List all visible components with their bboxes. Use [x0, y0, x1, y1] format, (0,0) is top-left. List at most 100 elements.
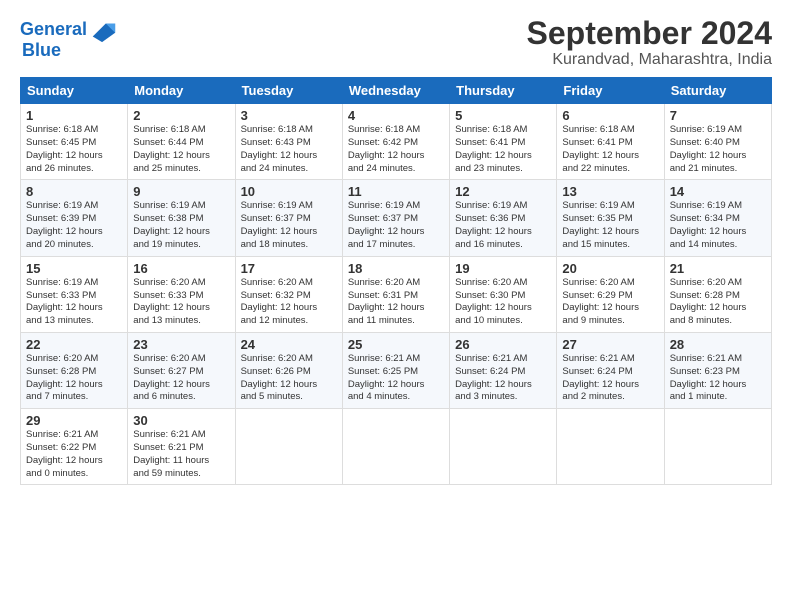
calendar-cell: 27Sunrise: 6:21 AM Sunset: 6:24 PM Dayli…: [557, 332, 664, 408]
day-number: 2: [133, 108, 229, 123]
day-header-friday: Friday: [557, 78, 664, 104]
calendar-title: September 2024: [527, 16, 772, 51]
day-detail: Sunrise: 6:19 AM Sunset: 6:35 PM Dayligh…: [562, 200, 658, 251]
day-detail: Sunrise: 6:18 AM Sunset: 6:41 PM Dayligh…: [455, 124, 551, 175]
calendar-cell: 17Sunrise: 6:20 AM Sunset: 6:32 PM Dayli…: [235, 256, 342, 332]
day-number: 18: [348, 261, 444, 276]
day-detail: Sunrise: 6:20 AM Sunset: 6:27 PM Dayligh…: [133, 353, 229, 404]
calendar-cell: 26Sunrise: 6:21 AM Sunset: 6:24 PM Dayli…: [450, 332, 557, 408]
calendar-cell: 29Sunrise: 6:21 AM Sunset: 6:22 PM Dayli…: [21, 409, 128, 485]
day-number: 27: [562, 337, 658, 352]
day-number: 3: [241, 108, 337, 123]
calendar-cell: 9Sunrise: 6:19 AM Sunset: 6:38 PM Daylig…: [128, 180, 235, 256]
day-detail: Sunrise: 6:20 AM Sunset: 6:32 PM Dayligh…: [241, 277, 337, 328]
day-number: 4: [348, 108, 444, 123]
day-detail: Sunrise: 6:20 AM Sunset: 6:31 PM Dayligh…: [348, 277, 444, 328]
day-header-thursday: Thursday: [450, 78, 557, 104]
calendar-cell: [664, 409, 771, 485]
day-detail: Sunrise: 6:20 AM Sunset: 6:26 PM Dayligh…: [241, 353, 337, 404]
day-detail: Sunrise: 6:19 AM Sunset: 6:34 PM Dayligh…: [670, 200, 766, 251]
calendar-cell: 1Sunrise: 6:18 AM Sunset: 6:45 PM Daylig…: [21, 104, 128, 180]
day-number: 24: [241, 337, 337, 352]
calendar-cell: 30Sunrise: 6:21 AM Sunset: 6:21 PM Dayli…: [128, 409, 235, 485]
day-header-sunday: Sunday: [21, 78, 128, 104]
day-detail: Sunrise: 6:18 AM Sunset: 6:41 PM Dayligh…: [562, 124, 658, 175]
calendar-cell: [450, 409, 557, 485]
calendar-cell: 12Sunrise: 6:19 AM Sunset: 6:36 PM Dayli…: [450, 180, 557, 256]
day-number: 8: [26, 184, 122, 199]
header: General Blue September 2024 Kurandvad, M…: [20, 16, 772, 69]
calendar-cell: 4Sunrise: 6:18 AM Sunset: 6:42 PM Daylig…: [342, 104, 449, 180]
day-detail: Sunrise: 6:20 AM Sunset: 6:29 PM Dayligh…: [562, 277, 658, 328]
day-number: 20: [562, 261, 658, 276]
calendar-cell: [342, 409, 449, 485]
day-header-wednesday: Wednesday: [342, 78, 449, 104]
day-header-saturday: Saturday: [664, 78, 771, 104]
day-detail: Sunrise: 6:20 AM Sunset: 6:33 PM Dayligh…: [133, 277, 229, 328]
calendar-cell: 2Sunrise: 6:18 AM Sunset: 6:44 PM Daylig…: [128, 104, 235, 180]
page: General Blue September 2024 Kurandvad, M…: [0, 0, 792, 612]
logo-text: General: [20, 20, 87, 40]
day-detail: Sunrise: 6:20 AM Sunset: 6:28 PM Dayligh…: [26, 353, 122, 404]
day-number: 28: [670, 337, 766, 352]
day-header-tuesday: Tuesday: [235, 78, 342, 104]
calendar-week-row: 8Sunrise: 6:19 AM Sunset: 6:39 PM Daylig…: [21, 180, 772, 256]
day-detail: Sunrise: 6:18 AM Sunset: 6:42 PM Dayligh…: [348, 124, 444, 175]
day-detail: Sunrise: 6:21 AM Sunset: 6:25 PM Dayligh…: [348, 353, 444, 404]
title-block: September 2024 Kurandvad, Maharashtra, I…: [527, 16, 772, 69]
calendar-cell: 22Sunrise: 6:20 AM Sunset: 6:28 PM Dayli…: [21, 332, 128, 408]
day-number: 29: [26, 413, 122, 428]
calendar-cell: 21Sunrise: 6:20 AM Sunset: 6:28 PM Dayli…: [664, 256, 771, 332]
day-detail: Sunrise: 6:18 AM Sunset: 6:44 PM Dayligh…: [133, 124, 229, 175]
calendar-week-row: 29Sunrise: 6:21 AM Sunset: 6:22 PM Dayli…: [21, 409, 772, 485]
calendar-cell: 14Sunrise: 6:19 AM Sunset: 6:34 PM Dayli…: [664, 180, 771, 256]
calendar-cell: 23Sunrise: 6:20 AM Sunset: 6:27 PM Dayli…: [128, 332, 235, 408]
day-number: 23: [133, 337, 229, 352]
day-number: 15: [26, 261, 122, 276]
day-number: 5: [455, 108, 551, 123]
day-number: 21: [670, 261, 766, 276]
day-number: 12: [455, 184, 551, 199]
day-number: 7: [670, 108, 766, 123]
calendar-cell: 19Sunrise: 6:20 AM Sunset: 6:30 PM Dayli…: [450, 256, 557, 332]
calendar-subtitle: Kurandvad, Maharashtra, India: [527, 51, 772, 69]
calendar-cell: 24Sunrise: 6:20 AM Sunset: 6:26 PM Dayli…: [235, 332, 342, 408]
day-detail: Sunrise: 6:19 AM Sunset: 6:39 PM Dayligh…: [26, 200, 122, 251]
calendar-cell: 13Sunrise: 6:19 AM Sunset: 6:35 PM Dayli…: [557, 180, 664, 256]
day-number: 6: [562, 108, 658, 123]
day-header-monday: Monday: [128, 78, 235, 104]
day-detail: Sunrise: 6:18 AM Sunset: 6:45 PM Dayligh…: [26, 124, 122, 175]
day-number: 9: [133, 184, 229, 199]
calendar-week-row: 22Sunrise: 6:20 AM Sunset: 6:28 PM Dayli…: [21, 332, 772, 408]
logo-icon: [89, 16, 117, 44]
calendar-header-row: SundayMondayTuesdayWednesdayThursdayFrid…: [21, 78, 772, 104]
day-number: 19: [455, 261, 551, 276]
calendar-cell: [557, 409, 664, 485]
day-detail: Sunrise: 6:18 AM Sunset: 6:43 PM Dayligh…: [241, 124, 337, 175]
day-number: 26: [455, 337, 551, 352]
day-detail: Sunrise: 6:19 AM Sunset: 6:38 PM Dayligh…: [133, 200, 229, 251]
day-number: 13: [562, 184, 658, 199]
day-detail: Sunrise: 6:19 AM Sunset: 6:36 PM Dayligh…: [455, 200, 551, 251]
calendar-cell: 18Sunrise: 6:20 AM Sunset: 6:31 PM Dayli…: [342, 256, 449, 332]
day-detail: Sunrise: 6:21 AM Sunset: 6:24 PM Dayligh…: [562, 353, 658, 404]
day-number: 1: [26, 108, 122, 123]
calendar-cell: 3Sunrise: 6:18 AM Sunset: 6:43 PM Daylig…: [235, 104, 342, 180]
calendar-cell: 7Sunrise: 6:19 AM Sunset: 6:40 PM Daylig…: [664, 104, 771, 180]
day-number: 16: [133, 261, 229, 276]
calendar-cell: 15Sunrise: 6:19 AM Sunset: 6:33 PM Dayli…: [21, 256, 128, 332]
calendar-cell: 25Sunrise: 6:21 AM Sunset: 6:25 PM Dayli…: [342, 332, 449, 408]
calendar-table: SundayMondayTuesdayWednesdayThursdayFrid…: [20, 77, 772, 485]
day-detail: Sunrise: 6:20 AM Sunset: 6:30 PM Dayligh…: [455, 277, 551, 328]
calendar-cell: 11Sunrise: 6:19 AM Sunset: 6:37 PM Dayli…: [342, 180, 449, 256]
day-number: 22: [26, 337, 122, 352]
calendar-week-row: 15Sunrise: 6:19 AM Sunset: 6:33 PM Dayli…: [21, 256, 772, 332]
calendar-cell: 10Sunrise: 6:19 AM Sunset: 6:37 PM Dayli…: [235, 180, 342, 256]
day-detail: Sunrise: 6:21 AM Sunset: 6:21 PM Dayligh…: [133, 429, 229, 480]
day-detail: Sunrise: 6:19 AM Sunset: 6:37 PM Dayligh…: [348, 200, 444, 251]
day-detail: Sunrise: 6:19 AM Sunset: 6:37 PM Dayligh…: [241, 200, 337, 251]
day-detail: Sunrise: 6:21 AM Sunset: 6:24 PM Dayligh…: [455, 353, 551, 404]
day-detail: Sunrise: 6:21 AM Sunset: 6:23 PM Dayligh…: [670, 353, 766, 404]
day-number: 30: [133, 413, 229, 428]
day-number: 10: [241, 184, 337, 199]
